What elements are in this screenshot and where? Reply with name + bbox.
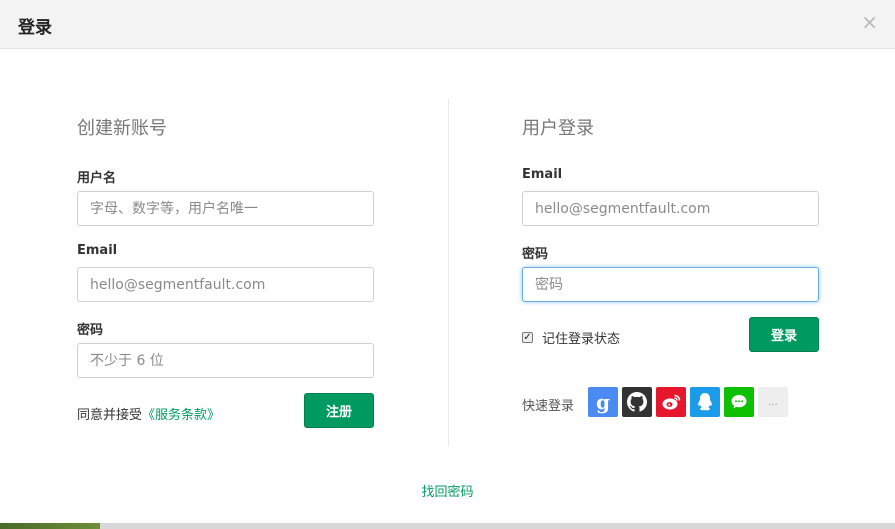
qq-login-button[interactable] (690, 387, 720, 417)
wechat-icon (731, 395, 747, 409)
login-button[interactable]: 登录 (749, 317, 819, 352)
register-password-input[interactable] (77, 343, 374, 378)
remember-checkbox[interactable]: ✓ (522, 332, 533, 343)
terms-agreement: 同意并接受《服务条款》 (77, 404, 220, 423)
github-icon (627, 392, 647, 412)
username-input[interactable] (77, 191, 374, 226)
agree-text: 同意并接受 (77, 408, 143, 423)
modal-header: 登录 × (0, 0, 895, 49)
remember-me[interactable]: ✓ 记住登录状态 (522, 328, 620, 347)
remember-label: 记住登录状态 (542, 332, 621, 347)
forgot-password-link[interactable]: 找回密码 (421, 485, 473, 500)
register-email-input[interactable] (77, 267, 374, 302)
login-email-label: Email (522, 167, 563, 182)
username-label: 用户名 (77, 171, 117, 186)
github-login-button[interactable] (622, 387, 652, 417)
register-password-label: 密码 (77, 323, 104, 338)
register-button[interactable]: 注册 (304, 393, 374, 428)
terms-link[interactable]: 《服务条款》 (142, 408, 220, 423)
register-heading: 创建新账号 (77, 118, 167, 139)
weibo-login-button[interactable] (656, 387, 686, 417)
more-icon: ... (768, 396, 778, 408)
google-icon: g (596, 390, 610, 414)
weibo-icon (662, 394, 681, 410)
forgot-password-row: 找回密码 (0, 481, 895, 500)
wechat-login-button[interactable] (724, 387, 754, 417)
column-divider (448, 99, 449, 446)
modal-title: 登录 (18, 18, 52, 38)
quick-login-label: 快速登录 (522, 399, 575, 414)
register-email-label: Email (77, 243, 118, 258)
login-password-label: 密码 (522, 247, 549, 262)
background-page-strip (0, 523, 895, 529)
login-password-input[interactable] (522, 267, 819, 302)
qq-icon (698, 393, 712, 411)
more-login-button[interactable]: ... (758, 387, 788, 417)
login-heading: 用户登录 (522, 118, 594, 139)
google-login-button[interactable]: g (588, 387, 618, 417)
close-button[interactable]: × (861, 12, 878, 32)
login-email-input[interactable] (522, 191, 819, 226)
